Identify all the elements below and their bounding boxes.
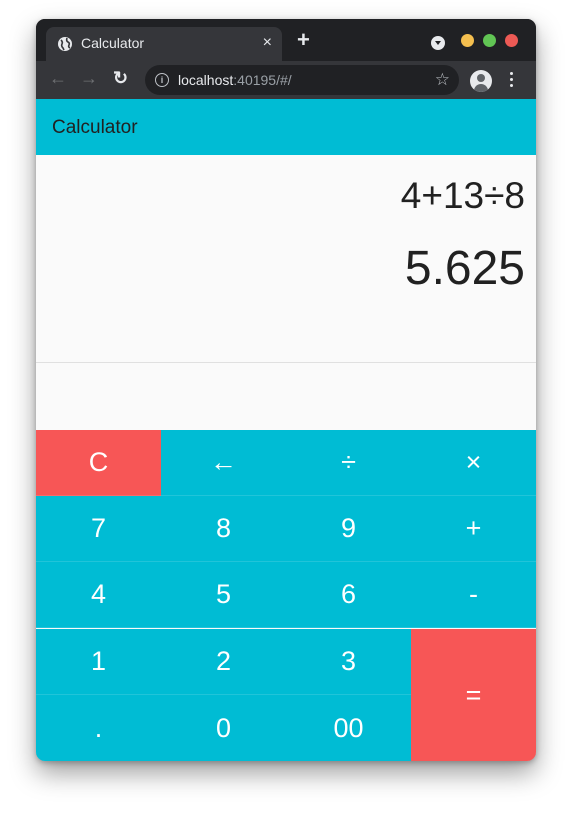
tab-title: Calculator bbox=[81, 35, 145, 51]
close-window-button[interactable] bbox=[505, 34, 518, 47]
result-text: 5.625 bbox=[404, 242, 525, 295]
url-path: :40195/#/ bbox=[233, 72, 292, 88]
keypad: C ← ÷ × 7 8 9 +4 5 6-1 2 3 =. 0 00 bbox=[36, 430, 536, 761]
digit-5-button[interactable]: 5 bbox=[161, 562, 286, 628]
tab-search-icon[interactable] bbox=[431, 36, 445, 50]
calculator-display: 4+13÷8 5.625 bbox=[36, 155, 536, 363]
divide-button[interactable]: ÷ bbox=[286, 430, 411, 496]
app-title: Calculator bbox=[52, 117, 138, 138]
address-bar[interactable]: i localhost:40195/#/ ☆ bbox=[145, 65, 459, 95]
expression-text: 4+13÷8 bbox=[400, 175, 525, 216]
digit-7-button[interactable]: 7 bbox=[36, 496, 161, 562]
equals-button[interactable]: = bbox=[411, 629, 536, 761]
tab-calculator[interactable]: Calculator × bbox=[46, 27, 282, 61]
url-text: localhost:40195/#/ bbox=[178, 72, 292, 88]
maximize-button[interactable] bbox=[483, 34, 496, 47]
digit-6-button[interactable]: 6 bbox=[286, 562, 411, 628]
url-host: localhost bbox=[178, 72, 234, 88]
double-zero-button[interactable]: 00 bbox=[286, 695, 411, 761]
digit-2-button[interactable]: 2 bbox=[161, 629, 286, 695]
profile-avatar-icon[interactable] bbox=[470, 70, 492, 92]
app-bar: Calculator bbox=[36, 99, 536, 155]
browser-menu-icon[interactable] bbox=[510, 72, 514, 90]
browser-window: Calculator × + ← → ↻ i localhost:40195/#… bbox=[36, 19, 536, 761]
page-viewport: Calculator 4+13÷8 5.625 C ← ÷ × 7 8 9 +4 5 6- 1 2 3 =… bbox=[36, 99, 536, 761]
reload-icon[interactable]: ↻ bbox=[113, 68, 128, 88]
digit-3-button[interactable]: 3 bbox=[286, 629, 411, 695]
bookmark-star-icon[interactable]: ☆ bbox=[435, 70, 450, 90]
new-tab-button[interactable]: + bbox=[297, 29, 310, 51]
digit-8-button[interactable]: 8 bbox=[161, 496, 286, 562]
globe-icon bbox=[58, 37, 72, 51]
decimal-button[interactable]: . bbox=[36, 695, 161, 761]
back-arrow-icon[interactable]: ← bbox=[49, 68, 67, 88]
add-button[interactable]: + bbox=[411, 496, 536, 562]
close-tab-icon[interactable]: × bbox=[263, 34, 272, 52]
multiply-button[interactable]: × bbox=[411, 430, 536, 496]
digit-1-button[interactable]: 1 bbox=[36, 629, 161, 695]
forward-arrow-icon[interactable]: → bbox=[80, 68, 98, 88]
clear-button[interactable]: C bbox=[36, 430, 161, 496]
backspace-button[interactable]: ← bbox=[161, 430, 286, 496]
browser-toolbar: ← → ↻ i localhost:40195/#/ ☆ bbox=[36, 61, 536, 99]
site-info-icon[interactable]: i bbox=[155, 73, 169, 87]
minimize-button[interactable] bbox=[461, 34, 474, 47]
digit-9-button[interactable]: 9 bbox=[286, 496, 411, 562]
tab-strip: Calculator × + bbox=[36, 19, 536, 61]
subtract-button[interactable]: - bbox=[411, 562, 536, 628]
digit-0-button[interactable]: 0 bbox=[161, 695, 286, 761]
digit-4-button[interactable]: 4 bbox=[36, 562, 161, 628]
